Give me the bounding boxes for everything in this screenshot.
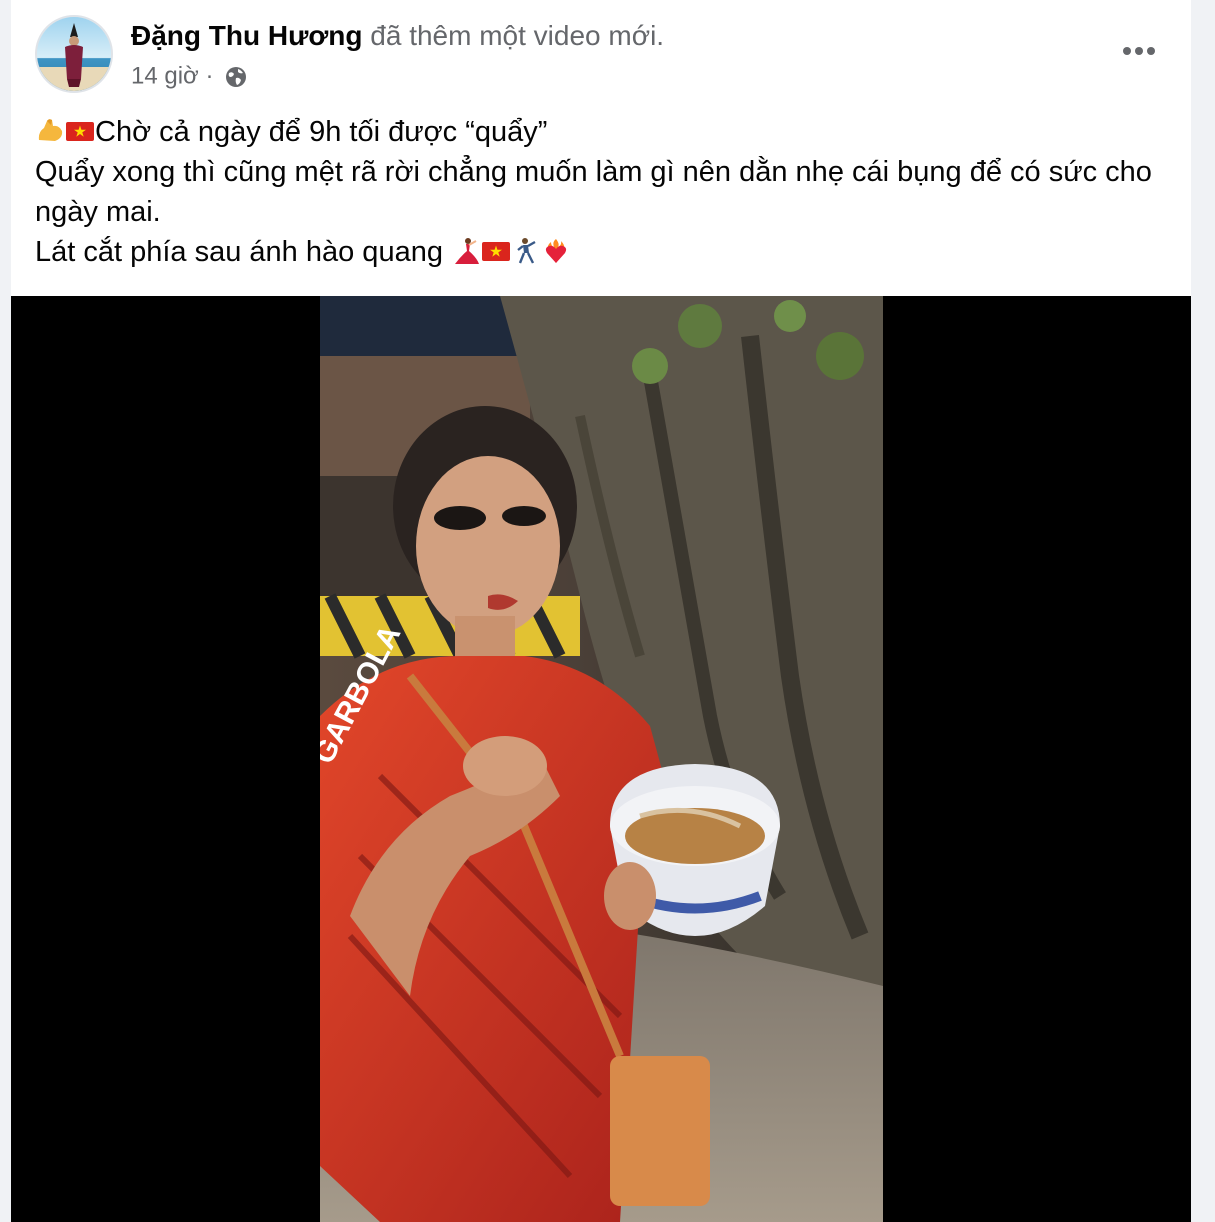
vietnam-flag-emoji [66,122,94,141]
author-avatar[interactable] [35,15,113,93]
dancer-emoji [455,238,480,264]
post-caption: Chờ cả ngày để 9h tối được “quẩy” Quẩy x… [35,112,1165,272]
video-player[interactable]: GARBOLA [11,296,1191,1222]
caption-text-1: Chờ cả ngày để 9h tối được “quẩy” [95,116,548,148]
globe-icon[interactable] [224,65,248,89]
caption-line-1: Chờ cả ngày để 9h tối được “quẩy” [35,112,1165,152]
video-thumbnail: GARBOLA [320,296,883,1222]
video-frame[interactable]: GARBOLA [320,296,883,1222]
author-line: Đặng Thu Hương đã thêm một video mới. [131,19,664,53]
avatar-image [37,17,111,91]
author-action-text: đã thêm một video mới. [370,20,665,51]
caption-text-3: Lát cắt phía sau ánh hào quang [35,236,443,268]
caption-line-2: Quẩy xong thì cũng mệt rã rời chẳng muốn… [35,156,1152,228]
author-name[interactable]: Đặng Thu Hương [131,20,362,51]
flexed-biceps-emoji [38,119,63,141]
person-dancing-emoji [517,238,536,264]
post-card: Đặng Thu Hương đã thêm một video mới. 14… [11,0,1191,1222]
post-meta: 14 giờ · [131,60,248,93]
vietnam-flag-emoji [482,242,511,261]
caption-line-3: Lát cắt phía sau ánh hào quang [35,232,1165,272]
meta-separator: · [205,62,214,90]
more-horizontal-icon [1123,47,1155,55]
post-header: Đặng Thu Hương đã thêm một video mới. 14… [11,0,1191,100]
heart-on-fire-emoji [545,239,567,263]
post-timestamp[interactable]: 14 giờ [131,63,199,90]
more-options-button[interactable] [1117,34,1161,68]
